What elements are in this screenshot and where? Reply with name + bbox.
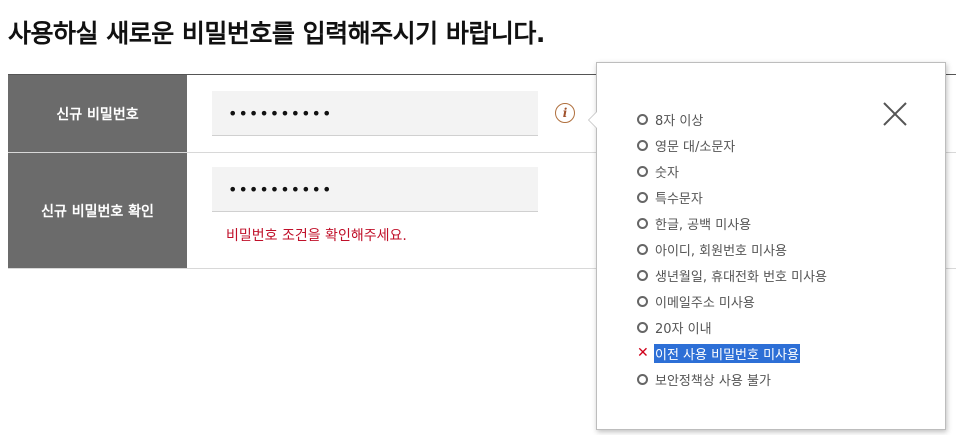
circle-icon [637, 295, 648, 307]
circle-icon [637, 165, 648, 177]
rule-item: 특수문자 [637, 184, 827, 210]
rule-item: 아이디, 회원번호 미사용 [637, 236, 827, 262]
rule-item: 생년월일, 휴대전화 번호 미사용 [637, 262, 827, 288]
circle-icon [637, 139, 648, 151]
confirm-password-label: 신규 비밀번호 확인 [8, 153, 187, 268]
new-password-input[interactable] [212, 91, 538, 136]
password-rules-list: 8자 이상 영문 대/소문자 숫자 특수문자 한글, 공백 미사용 아이디, 회… [637, 106, 827, 392]
circle-icon [637, 321, 648, 333]
rule-item: 보안정책상 사용 불가 [637, 366, 827, 392]
circle-icon [637, 113, 648, 125]
rule-item: 8자 이상 [637, 106, 827, 132]
circle-icon [637, 243, 648, 255]
info-icon[interactable]: i [555, 103, 575, 123]
rule-item: 숫자 [637, 158, 827, 184]
circle-icon [637, 269, 648, 281]
new-password-label: 신규 비밀번호 [8, 75, 187, 152]
x-mark-icon: ✕ [637, 345, 649, 361]
close-icon [883, 102, 907, 126]
confirm-password-input[interactable] [212, 167, 538, 212]
rule-item: 한글, 공백 미사용 [637, 210, 827, 236]
circle-icon [637, 217, 648, 229]
circle-icon [637, 373, 648, 385]
close-button[interactable] [882, 101, 908, 127]
circle-icon [637, 191, 648, 203]
page-title: 사용하실 새로운 비밀번호를 입력해주시기 바랍니다. [8, 19, 545, 48]
rule-item: 이메일주소 미사용 [637, 288, 827, 314]
password-rules-tooltip: 8자 이상 영문 대/소문자 숫자 특수문자 한글, 공백 미사용 아이디, 회… [588, 62, 946, 430]
rule-item-failed: ✕ 이전 사용 비밀번호 미사용 [637, 343, 800, 363]
error-message: 비밀번호 조건을 확인해주세요. [226, 228, 407, 244]
rule-item: 영문 대/소문자 [637, 132, 827, 158]
rule-item: 20자 이내 [637, 314, 827, 340]
